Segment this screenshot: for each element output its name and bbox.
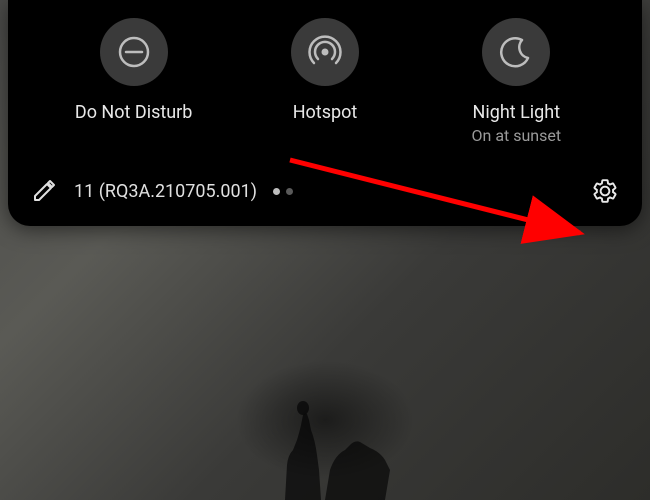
quick-settings-panel: Do Not Disturb Hotspot Night Light On at…	[8, 0, 642, 226]
wallpaper-silhouette	[225, 370, 425, 500]
tile-sublabel: On at sunset	[472, 126, 562, 146]
tile-night-light[interactable]: Night Light On at sunset	[441, 18, 591, 146]
tile-label: Night Light	[473, 102, 561, 124]
tile-row: Do Not Disturb Hotspot Night Light On at…	[8, 18, 642, 146]
tile-do-not-disturb[interactable]: Do Not Disturb	[59, 18, 209, 146]
tile-hotspot[interactable]: Hotspot	[250, 18, 400, 146]
page-dot	[286, 188, 293, 195]
hotspot-icon	[291, 18, 359, 86]
page-dot-active	[273, 188, 280, 195]
night-light-icon	[482, 18, 550, 86]
tile-label: Hotspot	[293, 102, 358, 124]
dnd-icon	[100, 18, 168, 86]
tile-label: Do Not Disturb	[75, 102, 193, 124]
edit-button[interactable]	[32, 179, 56, 203]
panel-footer: 11 (RQ3A.210705.001)	[8, 166, 642, 210]
build-text: 11 (RQ3A.210705.001)	[74, 181, 257, 202]
page-indicator	[273, 188, 293, 195]
settings-button[interactable]	[592, 178, 618, 204]
